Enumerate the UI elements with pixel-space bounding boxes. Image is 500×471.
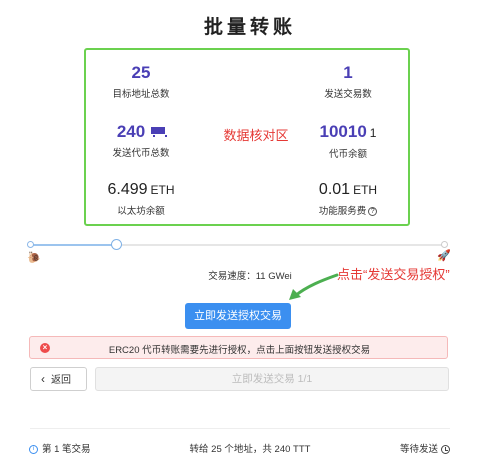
token-total-label: 发送代币总数 [112,148,170,159]
page-title: 批量转账 [203,17,296,38]
tx-status: 等待发送 [400,441,450,455]
eth-balance-unit: ETH [150,183,175,197]
error-alert: × ERC20 代币转账需要先进行授权，点击上面按钮发送授权交易 [29,336,448,359]
back-button[interactable]: ‹ 返回 [30,367,87,391]
slider-start-dot [27,241,34,248]
eth-balance-stat: 6.499 ETH 以太坊余额 [96,180,186,217]
send-authorization-button[interactable]: 立即发送授权交易 [185,303,291,329]
token-total-value: 240 [116,122,146,141]
service-fee-unit: ETH [353,183,378,197]
target-count-value: 25 [131,63,151,82]
target-count-stat: 25 目标地址总数 [96,63,186,100]
tx-index-label: 第 1 笔交易 [42,444,91,455]
eth-balance-label: 以太坊余额 [117,206,165,217]
slider-end-dot [441,241,448,248]
divider [30,428,450,429]
truck-icon [151,127,168,138]
send-transaction-button[interactable]: 立即发送交易 1/1 [95,367,449,391]
snail-icon: 🐌 [27,252,41,264]
rocket-icon: 🚀 [437,250,451,262]
token-balance-stat: 10010 1 代币余额 [298,122,398,160]
gas-slider-thumb[interactable] [111,239,122,250]
tx-index: i 第 1 笔交易 [29,441,91,455]
service-fee-label: 功能服务费 [318,206,367,217]
clock-icon [441,444,450,454]
gas-slider-fill [30,244,117,246]
target-count-label: 目标地址总数 [112,89,170,100]
eth-balance-value: 6.499 [107,181,148,198]
token-balance-suffix: 1 [369,126,377,140]
question-icon[interactable]: ? [368,206,378,216]
tx-count-label: 发送交易数 [324,89,372,100]
token-total-stat: 240 发送代币总数 [96,122,186,159]
annotation-click-authorize: 点击“发送交易授权” [337,267,450,282]
gas-speed-slider[interactable] [27,239,448,250]
summary-panel: 25 目标地址总数 1 发送交易数 240 发送代币总数 数据核对区 10010… [84,48,410,226]
back-button-label: 返回 [51,375,71,386]
annotation-data-check-area: 数据核对区 [223,128,289,143]
tx-count-value: 1 [343,63,353,82]
service-fee-stat: 0.01 ETH 功能服务费? [298,180,398,217]
info-icon: i [29,444,38,454]
service-fee-value: 0.01 [318,181,351,198]
token-balance-value: 10010 [319,122,367,141]
alert-message: ERC20 代币转账需要先进行授权，点击上面按钮发送授权交易 [108,345,371,356]
tx-count-stat: 1 发送交易数 [298,63,398,100]
token-balance-label: 代币余额 [328,149,367,160]
chevron-left-icon: ‹ [41,372,45,386]
tx-status-label: 等待发送 [399,444,438,455]
annotation-arrow-icon [289,273,339,300]
